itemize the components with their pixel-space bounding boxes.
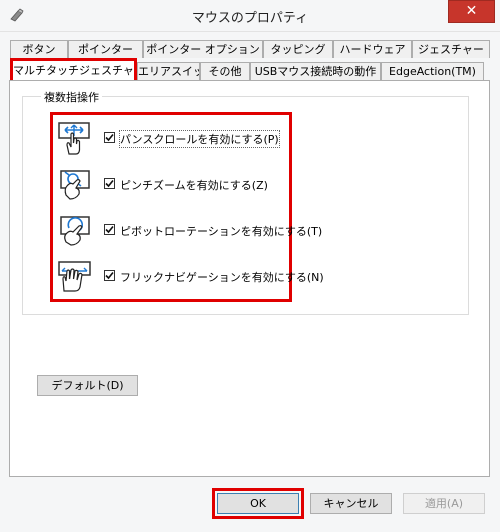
- flick-navigation-label[interactable]: フリックナビゲーションを有効にする(N): [119, 268, 325, 286]
- tab-area-switch[interactable]: エリアスイッチ: [137, 62, 200, 80]
- tab-tapping[interactable]: タッピング: [263, 40, 333, 58]
- tab-gesture[interactable]: ジェスチャー: [412, 40, 490, 58]
- cancel-button[interactable]: キャンセル: [310, 493, 392, 514]
- flick-navigation-checkbox[interactable]: [104, 270, 115, 281]
- tab-multitouch-gesture[interactable]: マルチタッチジェスチャー: [10, 58, 137, 80]
- tab-edgeaction[interactable]: EdgeAction(TM): [381, 62, 484, 80]
- apply-button[interactable]: 適用(A): [403, 493, 485, 514]
- tab-pointer[interactable]: ポインター: [68, 40, 143, 58]
- tab-other[interactable]: その他: [200, 62, 250, 80]
- pinch-zoom-icon: [58, 167, 92, 201]
- pinch-zoom-label[interactable]: ピンチズームを有効にする(Z): [119, 176, 269, 194]
- two-finger-scroll-icon: [58, 121, 92, 155]
- title-bar: マウスのプロパティ ✕: [0, 0, 500, 32]
- tab-usb-mouse-behavior[interactable]: USBマウス接続時の動作: [250, 62, 381, 80]
- default-button[interactable]: デフォルト(D): [37, 375, 138, 396]
- pivot-rotation-label[interactable]: ピボットローテーションを有効にする(T): [119, 222, 323, 240]
- flick-navigation-icon: [58, 259, 92, 293]
- pan-scroll-checkbox[interactable]: [104, 132, 115, 143]
- group-label: 複数指操作: [41, 89, 102, 105]
- pinch-zoom-checkbox[interactable]: [104, 178, 115, 189]
- tab-buttons[interactable]: ボタン: [10, 40, 68, 58]
- pivot-rotation-checkbox[interactable]: [104, 224, 115, 235]
- window-title: マウスのプロパティ: [191, 11, 309, 26]
- tab-pointer-options[interactable]: ポインター オプション: [143, 40, 263, 58]
- pivot-rotate-icon: [58, 213, 92, 247]
- ok-highlight: [212, 488, 304, 519]
- pan-scroll-label[interactable]: パンスクロールを有効にする(P): [119, 130, 280, 148]
- close-button[interactable]: ✕: [448, 0, 495, 23]
- tab-hardware[interactable]: ハードウェア: [333, 40, 412, 58]
